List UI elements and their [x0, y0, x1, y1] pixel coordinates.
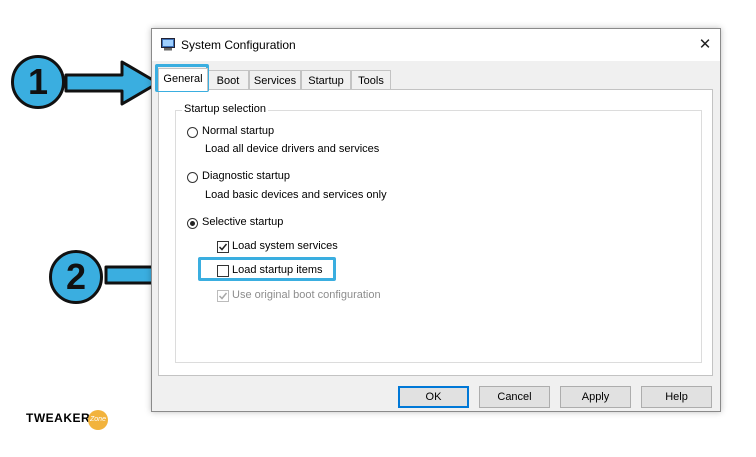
tab-startup[interactable]: Startup — [301, 70, 351, 90]
system-configuration-app-icon — [161, 38, 175, 51]
normal-startup-description: Load all device drivers and services — [205, 143, 380, 155]
checkmark-icon — [218, 292, 228, 300]
general-tab-panel: Startup selection Normal startup Load al… — [158, 89, 713, 376]
selective-startup-label[interactable]: Selective startup — [202, 216, 283, 228]
diagnostic-startup-radio[interactable] — [187, 172, 198, 183]
system-configuration-window: System Configuration ✕ General Boot Serv… — [151, 28, 721, 412]
tab-services[interactable]: Services — [249, 70, 301, 90]
ok-button[interactable]: OK — [398, 386, 469, 408]
startup-selection-group: Startup selection Normal startup Load al… — [175, 103, 702, 363]
cancel-button[interactable]: Cancel — [479, 386, 550, 408]
load-system-services-checkbox[interactable] — [217, 241, 229, 253]
close-icon[interactable]: ✕ — [690, 29, 720, 61]
window-title: System Configuration — [181, 38, 296, 52]
normal-startup-label[interactable]: Normal startup — [202, 125, 274, 137]
radio-selected-dot — [190, 221, 195, 226]
use-original-boot-config-label: Use original boot configuration — [232, 289, 381, 301]
apply-button[interactable]: Apply — [560, 386, 631, 408]
normal-startup-radio[interactable] — [187, 127, 198, 138]
diagnostic-startup-description: Load basic devices and services only — [205, 189, 387, 201]
startup-selection-legend: Startup selection — [182, 103, 268, 115]
brand-logo-badge: Zone — [88, 410, 108, 430]
tab-tools[interactable]: Tools — [351, 70, 391, 90]
use-original-boot-config-checkbox — [217, 290, 229, 302]
arrow-right-icon — [64, 60, 160, 106]
selective-startup-radio[interactable] — [187, 218, 198, 229]
step-2-badge: 2 — [49, 250, 103, 304]
brand-logo-text: TWEAKER — [26, 411, 91, 425]
step-1-badge: 1 — [11, 55, 65, 109]
tab-boot[interactable]: Boot — [207, 70, 249, 90]
checkmark-icon — [218, 243, 228, 251]
diagnostic-startup-label[interactable]: Diagnostic startup — [202, 170, 290, 182]
tab-general[interactable]: General — [158, 68, 208, 91]
load-startup-items-highlight — [198, 257, 336, 281]
load-system-services-label[interactable]: Load system services — [232, 240, 338, 252]
title-bar: System Configuration ✕ — [152, 29, 720, 61]
help-button[interactable]: Help — [641, 386, 712, 408]
